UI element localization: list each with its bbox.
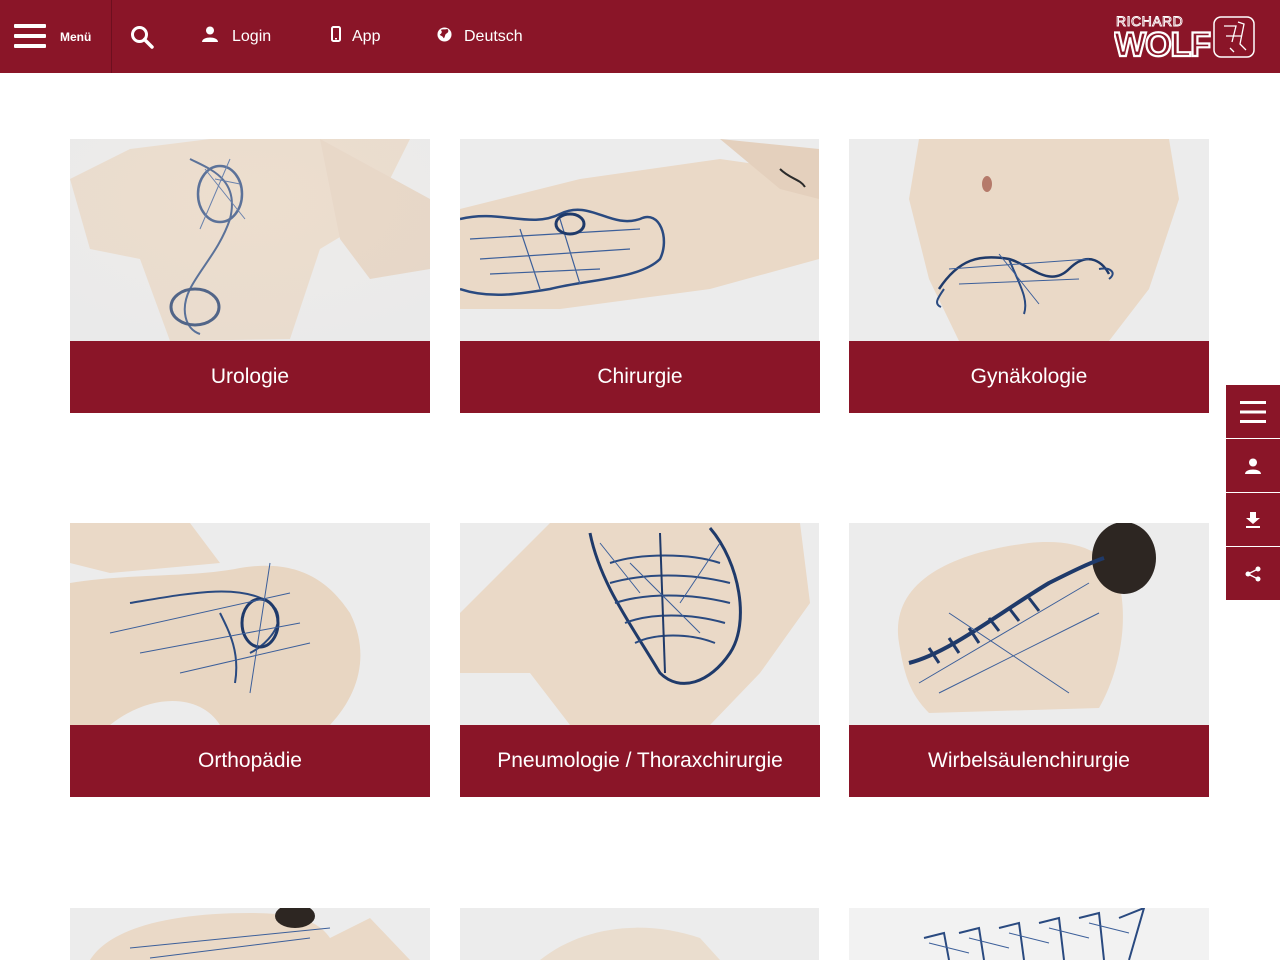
gynaekologie-image <box>849 139 1209 341</box>
sidebar-share-button[interactable] <box>1226 547 1280 600</box>
tile-orthopaedie[interactable]: Orthopädie <box>70 523 430 797</box>
user-icon <box>1245 458 1261 474</box>
row3-image-3 <box>849 908 1209 960</box>
tile-label: Urologie <box>70 341 430 413</box>
language-label: Deutsch <box>464 27 523 45</box>
tile-row3-1[interactable] <box>70 908 430 960</box>
tile-chirurgie[interactable]: Chirurgie <box>460 139 820 413</box>
sidebar-account-button[interactable] <box>1226 439 1280 492</box>
app-link[interactable]: App <box>331 0 380 73</box>
chirurgie-image <box>460 139 820 341</box>
tile-row3-2[interactable] <box>460 908 820 960</box>
login-label: Login <box>232 27 272 45</box>
tile-label: Wirbelsäulenchirurgie <box>849 725 1209 797</box>
tile-label: Pneumologie / Thoraxchirurgie <box>460 725 820 797</box>
smartphone-icon <box>331 26 341 47</box>
richard-wolf-logo[interactable]: RICHARD WOLF <box>1113 12 1256 65</box>
menu-button[interactable]: Menü <box>0 0 112 73</box>
hamburger-icon <box>14 24 46 48</box>
tile-pneumologie[interactable]: Pneumologie / Thoraxchirurgie <box>460 523 820 797</box>
wirbelsaeulenchirurgie-image <box>849 523 1209 725</box>
logo-text-main: WOLF <box>1114 26 1210 60</box>
orthopaedie-image <box>70 523 430 725</box>
globe-icon <box>437 26 452 47</box>
download-icon <box>1246 511 1260 528</box>
sidebar-download-button[interactable] <box>1226 493 1280 546</box>
tile-label: Orthopädie <box>70 725 430 797</box>
tile-label: Chirurgie <box>460 341 820 413</box>
top-header: Menü Login App Deutsch RICHARD WOLF <box>0 0 1280 73</box>
row3-image-1 <box>70 908 430 960</box>
tile-label: Gynäkologie <box>849 341 1209 413</box>
tile-gynaekologie[interactable]: Gynäkologie <box>849 139 1209 413</box>
urologie-image <box>70 139 430 341</box>
menu-icon <box>1240 400 1266 423</box>
tile-row3-3[interactable] <box>849 908 1209 960</box>
app-label: App <box>352 27 381 45</box>
row3-image-2 <box>460 908 820 960</box>
language-link[interactable]: Deutsch <box>437 0 523 73</box>
right-sidebar <box>1226 385 1280 601</box>
search-button[interactable] <box>112 0 172 73</box>
search-icon <box>131 26 154 49</box>
login-link[interactable]: Login <box>202 0 271 73</box>
share-icon <box>1245 566 1261 581</box>
user-icon <box>202 26 218 47</box>
pneumologie-image <box>460 523 820 725</box>
sidebar-menu-button[interactable] <box>1226 385 1280 438</box>
tile-wirbelsaeulenchirurgie[interactable]: Wirbelsäulenchirurgie <box>849 523 1209 797</box>
tile-urologie[interactable]: Urologie <box>70 139 430 413</box>
menu-label: Menü <box>60 30 92 44</box>
